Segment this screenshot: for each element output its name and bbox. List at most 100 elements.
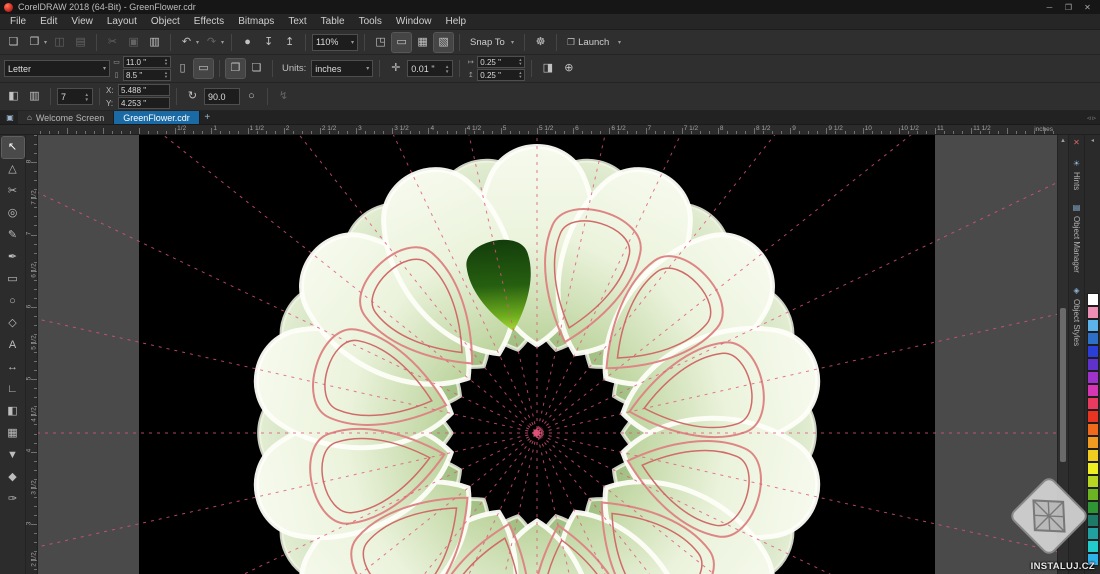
menu-help[interactable]: Help	[439, 14, 474, 29]
menu-file[interactable]: File	[3, 14, 33, 29]
ellipse-state-icon[interactable]: ○	[242, 87, 261, 106]
show-guidelines-button[interactable]: ▧	[434, 33, 453, 52]
copies-field[interactable]: 7▲▼	[57, 88, 93, 105]
connector-tool[interactable]: ∟	[2, 379, 24, 400]
rotation-angle-field[interactable]: 90.0	[204, 88, 240, 105]
options-button[interactable]: ☸	[531, 33, 550, 52]
palette-color[interactable]	[1087, 345, 1099, 358]
horizontal-ruler[interactable]: 1/211 1/222 1/233 1/244 1/255 1/266 1/27…	[0, 125, 1100, 135]
spinner-icon[interactable]: ▲▼	[445, 64, 449, 74]
undo-button[interactable]: ↶	[177, 33, 196, 52]
pick-tool[interactable]: ↖	[2, 137, 24, 158]
spinner-icon[interactable]: ▲▼	[518, 58, 522, 66]
tab-greenflower[interactable]: GreenFlower.cdr	[114, 111, 200, 124]
minimize-button[interactable]: ─	[1041, 1, 1058, 14]
shape-tool[interactable]: △	[2, 159, 24, 180]
crop-tool[interactable]: ✂	[2, 181, 24, 202]
menu-window[interactable]: Window	[389, 14, 439, 29]
palette-color[interactable]	[1087, 358, 1099, 371]
drawing-canvas[interactable]	[38, 135, 1057, 574]
menu-text[interactable]: Text	[281, 14, 313, 29]
tab-scroll-right-icon[interactable]: ▹	[1092, 114, 1096, 122]
docker-close-icon[interactable]: ✕	[1071, 138, 1083, 149]
wireframe-toggle-icon[interactable]: ▥	[25, 87, 44, 106]
redo-button[interactable]: ↷	[202, 33, 221, 52]
docker-tab-object-manager[interactable]: ▤Object Manager	[1072, 200, 1081, 276]
palette-color[interactable]	[1087, 384, 1099, 397]
zoom-level-combo[interactable]: 110%▾	[312, 34, 358, 51]
all-pages-button[interactable]: ❐	[226, 59, 245, 78]
nudge-distance-icon[interactable]: ✛	[386, 59, 405, 78]
new-document-button[interactable]: ❏	[4, 33, 23, 52]
landscape-button[interactable]: ▭	[194, 59, 213, 78]
portrait-button[interactable]: ▯	[173, 59, 192, 78]
artistic-media-tool[interactable]: ✒	[2, 247, 24, 268]
menu-effects[interactable]: Effects	[187, 14, 231, 29]
close-button[interactable]: ✕	[1079, 1, 1096, 14]
polygon-tool[interactable]: ◇	[2, 313, 24, 334]
menu-object[interactable]: Object	[144, 14, 187, 29]
page-size-select[interactable]: Letter▾	[4, 60, 110, 77]
palette-color[interactable]	[1087, 436, 1099, 449]
menu-table[interactable]: Table	[314, 14, 352, 29]
rectangle-tool[interactable]: ▭	[2, 269, 24, 290]
palette-color[interactable]	[1087, 371, 1099, 384]
palette-color[interactable]	[1087, 475, 1099, 488]
duplicate-distance-field-1[interactable]: 0.25 "▲▼	[477, 69, 525, 81]
tab-welcome-screen[interactable]: ⌂ Welcome Screen	[18, 111, 114, 124]
spinner-icon[interactable]: ▲▼	[518, 71, 522, 79]
scrollbar-thumb[interactable]	[1060, 308, 1066, 462]
menu-tools[interactable]: Tools	[352, 14, 389, 29]
quick-customize-button[interactable]: ⊕	[559, 59, 578, 78]
treat-as-filled-button[interactable]: ◨	[538, 59, 557, 78]
parallel-dimension-tool[interactable]: ↔	[2, 357, 24, 378]
palette-color[interactable]	[1087, 462, 1099, 475]
units-select[interactable]: inches▾	[311, 60, 373, 77]
object-position-field-1[interactable]: 4.253 "	[118, 97, 170, 109]
open-button[interactable]: ❐	[25, 33, 44, 52]
tab-scroll-left-icon[interactable]: ◃	[1087, 114, 1091, 122]
scroll-up-icon[interactable]: ▲	[1058, 135, 1068, 146]
menu-bitmaps[interactable]: Bitmaps	[231, 14, 281, 29]
rotate-icon[interactable]: ↻	[183, 87, 202, 106]
docker-tab-hints[interactable]: ☀Hints	[1072, 156, 1081, 193]
canvas-vertical-scrollbar[interactable]: ▲	[1057, 135, 1068, 574]
docker-tab-object-styles[interactable]: ◈Object Styles	[1072, 283, 1081, 349]
open-dropdown-arrow-icon[interactable]: ▾	[44, 39, 47, 46]
save-button[interactable]: ◫	[50, 33, 69, 52]
launch-dropdown[interactable]: ❐Launch▾	[563, 34, 625, 51]
freehand-tool[interactable]: ✎	[2, 225, 24, 246]
menu-edit[interactable]: Edit	[33, 14, 64, 29]
spinner-icon[interactable]: ▲▼	[164, 58, 168, 66]
palette-color[interactable]	[1087, 540, 1099, 553]
search-content-button[interactable]: ●	[238, 33, 257, 52]
print-button[interactable]: ▤	[71, 33, 90, 52]
smart-fill-tool[interactable]: ◆	[2, 467, 24, 488]
snap-toggle-icon[interactable]: ◧	[4, 87, 23, 106]
palette-color[interactable]	[1087, 553, 1099, 566]
current-page-button[interactable]: ❏	[247, 59, 266, 78]
palette-color[interactable]	[1087, 319, 1099, 332]
menu-layout[interactable]: Layout	[100, 14, 144, 29]
vertical-ruler[interactable]: 87 1/276 1/265 1/254 1/243 1/232 1/2	[26, 135, 38, 574]
color-eyedropper-tool[interactable]: ▼	[2, 445, 24, 466]
palette-color[interactable]	[1087, 488, 1099, 501]
palette-color[interactable]	[1087, 397, 1099, 410]
import-button[interactable]: ↧	[259, 33, 278, 52]
object-position-field-0[interactable]: 5.488 "	[118, 84, 170, 96]
page-dimensions-field-1[interactable]: 8.5 "▲▼	[123, 69, 171, 81]
spinner-icon[interactable]: ▲▼	[85, 92, 89, 102]
maximize-button[interactable]: ❐	[1060, 1, 1077, 14]
undo-dropdown-arrow-icon[interactable]: ▾	[196, 39, 199, 46]
palette-expand-icon[interactable]: ◂	[1091, 137, 1094, 147]
show-grid-button[interactable]: ▦	[413, 33, 432, 52]
redo-dropdown-arrow-icon[interactable]: ▾	[221, 39, 224, 46]
palette-color[interactable]	[1087, 449, 1099, 462]
palette-color[interactable]	[1087, 293, 1099, 306]
new-tab-button[interactable]: +	[200, 111, 215, 124]
palette-color[interactable]	[1087, 527, 1099, 540]
nudge-distance-field[interactable]: 0.01 "▲▼	[407, 60, 453, 77]
page-dimensions-field-0[interactable]: 11.0 "▲▼	[123, 56, 171, 68]
transparency-tool[interactable]: ▦	[2, 423, 24, 444]
palette-color[interactable]	[1087, 332, 1099, 345]
